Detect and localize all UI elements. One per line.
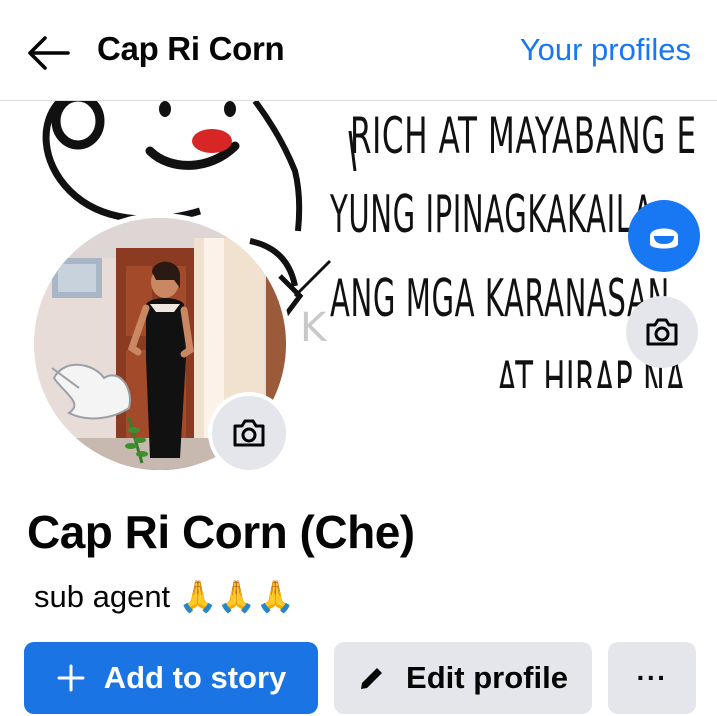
cover-text-line: YUNG IPINAGKAKAILA	[330, 185, 654, 245]
cover-text-line: ANG MGA KARANASAN	[330, 269, 670, 329]
profile-bio: sub agent 🙏🙏🙏	[34, 579, 295, 614]
avatar-face-icon	[650, 228, 678, 249]
pencil-icon	[361, 668, 383, 689]
svg-text:K: K	[300, 305, 328, 351]
add-to-story-label: Add to story	[103, 660, 287, 695]
profile-name: Cap Ri Corn (Che)	[27, 506, 415, 558]
your-profiles-link[interactable]: Your profiles	[520, 32, 691, 68]
avatar-maker-button[interactable]	[628, 200, 700, 272]
more-dots-icon: ···	[636, 662, 668, 693]
cover-text-line: RICH AT MAYABANG E	[350, 107, 697, 165]
add-to-story-button[interactable]: Add to story	[24, 642, 318, 714]
more-options-button[interactable]: ···	[608, 642, 696, 714]
edit-profile-label: Edit profile	[406, 660, 568, 695]
camera-icon	[233, 419, 265, 447]
edit-avatar-camera-button[interactable]	[208, 392, 290, 474]
top-bar: Cap Ri Corn Your profiles	[0, 0, 717, 101]
edit-cover-camera-button[interactable]	[626, 296, 698, 368]
camera-icon	[646, 318, 678, 346]
page-title: Cap Ri Corn	[97, 30, 285, 67]
plus-icon	[57, 664, 85, 692]
edit-profile-button[interactable]: Edit profile	[334, 642, 592, 714]
back-arrow-icon[interactable]	[26, 34, 70, 72]
